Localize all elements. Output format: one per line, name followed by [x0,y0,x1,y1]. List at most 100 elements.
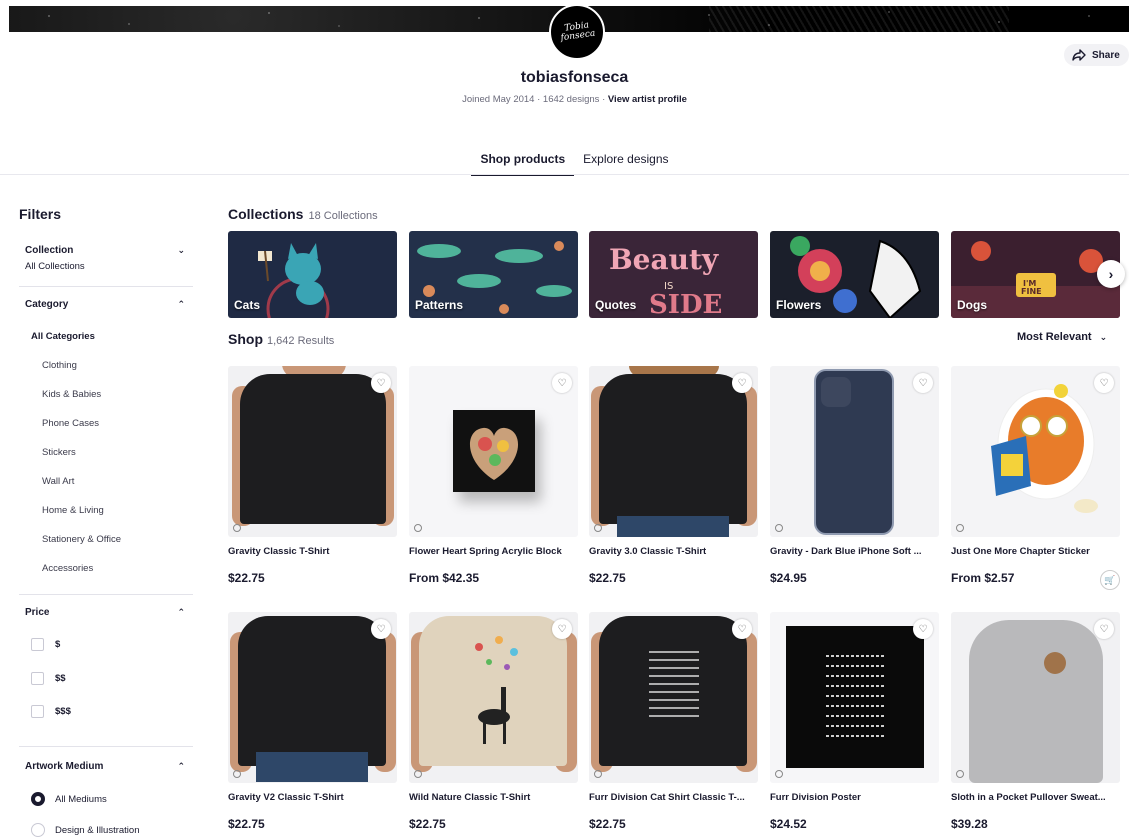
price-filter-header[interactable]: Price ⌃ [25,607,193,618]
price-checkbox[interactable] [31,638,44,651]
product-title[interactable]: Wild Nature Classic T-Shirt [409,792,578,803]
category-filter-header[interactable]: Category ⌃ [25,299,193,310]
collection-card-flowers[interactable]: Flowers [770,231,939,318]
radio-unselected[interactable] [31,823,45,837]
product-card[interactable]: ♡ Gravity V2 Classic T-Shirt $22.75 [228,612,397,831]
price-option-2[interactable]: $$ [31,672,66,685]
price-option-1[interactable]: $ [31,638,60,651]
product-title[interactable]: Gravity - Dark Blue iPhone Soft ... [770,546,939,557]
product-image[interactable]: ♡ [228,366,397,537]
sort-dropdown[interactable]: Most Relevant ⌄ [1017,331,1107,343]
product-image[interactable]: ♡ [409,366,578,537]
collection-card-cats[interactable]: Cats [228,231,397,318]
product-image[interactable]: ♡ [951,366,1120,537]
product-card[interactable]: ♡ Sloth in a Pocket Pullover Sweat... $3… [951,612,1120,831]
product-card[interactable]: ♡ Gravity Classic T-Shirt $22.75 [228,366,397,585]
joined-date: Joined May 2014 [462,94,535,105]
heart-icon[interactable]: ♡ [552,373,572,393]
collections-next-button[interactable]: › [1097,260,1125,288]
medium-option-design[interactable]: Design & Illustration [31,823,139,837]
cart-icon[interactable]: 🛒 [1100,570,1120,590]
medium-option-all[interactable]: All Mediums [31,792,107,806]
artist-avatar[interactable]: Tobia fonseca [549,4,605,60]
product-card[interactable]: ♡ Gravity 3.0 Classic T-Shirt $22.75 [589,366,758,585]
collection-filter[interactable]: Collection ⌄ All Collections [25,245,193,272]
product-image[interactable]: ♡ [589,366,758,537]
product-card[interactable]: ♡ Furr Division Cat Shirt Classic T-... … [589,612,758,831]
collection-card-quotes[interactable]: Beauty IS SIDE Quotes [589,231,758,318]
category-stationery-office[interactable]: Stationery & Office [42,534,121,545]
collection-filter-label: Collection [25,245,74,256]
info-icon[interactable] [594,770,602,778]
tab-explore-designs[interactable]: Explore designs [574,152,677,176]
product-title[interactable]: Just One More Chapter Sticker [951,546,1120,557]
product-title[interactable]: Gravity 3.0 Classic T-Shirt [589,546,758,557]
info-icon[interactable] [414,770,422,778]
flower-heart-artwork [469,427,519,480]
category-clothing[interactable]: Clothing [42,360,77,371]
chevron-up-icon[interactable]: ⌃ [177,607,193,618]
info-icon[interactable] [594,524,602,532]
collection-filter-value: All Collections [25,261,85,272]
chevron-down-icon[interactable]: ⌄ [177,245,193,256]
category-phone-cases[interactable]: Phone Cases [42,418,99,429]
info-icon[interactable] [956,770,964,778]
heart-icon[interactable]: ♡ [1094,619,1114,639]
heart-icon[interactable]: ♡ [913,373,933,393]
product-title[interactable]: Furr Division Poster [770,792,939,803]
svg-text:FINE: FINE [1021,287,1042,296]
info-icon[interactable] [414,524,422,532]
heart-icon[interactable]: ♡ [552,619,572,639]
product-card[interactable]: ♡ Wild Nature Classic T-Shirt $22.75 [409,612,578,831]
tab-shop-products[interactable]: Shop products [471,152,575,176]
product-image[interactable]: ♡ [951,612,1120,783]
share-button[interactable]: Share [1064,44,1129,66]
radio-selected[interactable] [31,792,45,806]
category-accessories[interactable]: Accessories [42,563,93,574]
product-card[interactable]: ♡ Just One More Chapter Sticker From $2.… [951,366,1120,590]
product-card[interactable]: ♡ Gravity - Dark Blue iPhone Soft ... $2… [770,366,939,585]
heart-icon[interactable]: ♡ [371,373,391,393]
collection-card-patterns[interactable]: Patterns [409,231,578,318]
product-price: From $2.57 [951,571,1015,585]
heart-icon[interactable]: ♡ [732,619,752,639]
view-artist-profile-link[interactable]: View artist profile [608,94,687,105]
info-icon[interactable] [775,524,783,532]
share-label: Share [1092,49,1120,61]
product-card[interactable]: ♡ Flower Heart Spring Acrylic Block From… [409,366,578,585]
info-icon[interactable] [956,524,964,532]
product-image[interactable]: ♡ [770,366,939,537]
info-icon[interactable] [233,524,241,532]
category-stickers[interactable]: Stickers [42,447,76,458]
product-title[interactable]: Gravity V2 Classic T-Shirt [228,792,397,803]
furr-division-artwork [649,651,699,717]
category-home-living[interactable]: Home & Living [42,505,104,516]
heart-icon[interactable]: ♡ [732,373,752,393]
product-image[interactable]: ♡ [228,612,397,783]
chevron-up-icon[interactable]: ⌃ [177,299,193,310]
price-checkbox[interactable] [31,672,44,685]
price-checkbox[interactable] [31,705,44,718]
collection-card-dogs[interactable]: I'M FINE Dogs [951,231,1120,318]
product-image[interactable]: ♡ [589,612,758,783]
medium-filter-header[interactable]: Artwork Medium ⌃ [25,761,193,772]
info-icon[interactable] [775,770,783,778]
product-title[interactable]: Furr Division Cat Shirt Classic T-... [589,792,758,803]
product-card[interactable]: ♡ Furr Division Poster $24.52 [770,612,939,831]
product-title[interactable]: Flower Heart Spring Acrylic Block [409,546,578,557]
price-option-3[interactable]: $$$ [31,705,71,718]
category-kids-babies[interactable]: Kids & Babies [42,389,101,400]
product-title[interactable]: Sloth in a Pocket Pullover Sweat... [951,792,1120,803]
product-title[interactable]: Gravity Classic T-Shirt [228,546,397,557]
product-image[interactable]: ♡ [770,612,939,783]
acrylic-block [453,410,535,492]
product-image[interactable]: ♡ [409,612,578,783]
heart-icon[interactable]: ♡ [371,619,391,639]
heart-icon[interactable]: ♡ [1094,373,1114,393]
chevron-up-icon[interactable]: ⌃ [177,761,193,772]
category-all[interactable]: All Categories [31,331,95,342]
category-wall-art[interactable]: Wall Art [42,476,74,487]
design-count: 1642 designs [542,94,600,105]
info-icon[interactable] [233,770,241,778]
heart-icon[interactable]: ♡ [913,619,933,639]
